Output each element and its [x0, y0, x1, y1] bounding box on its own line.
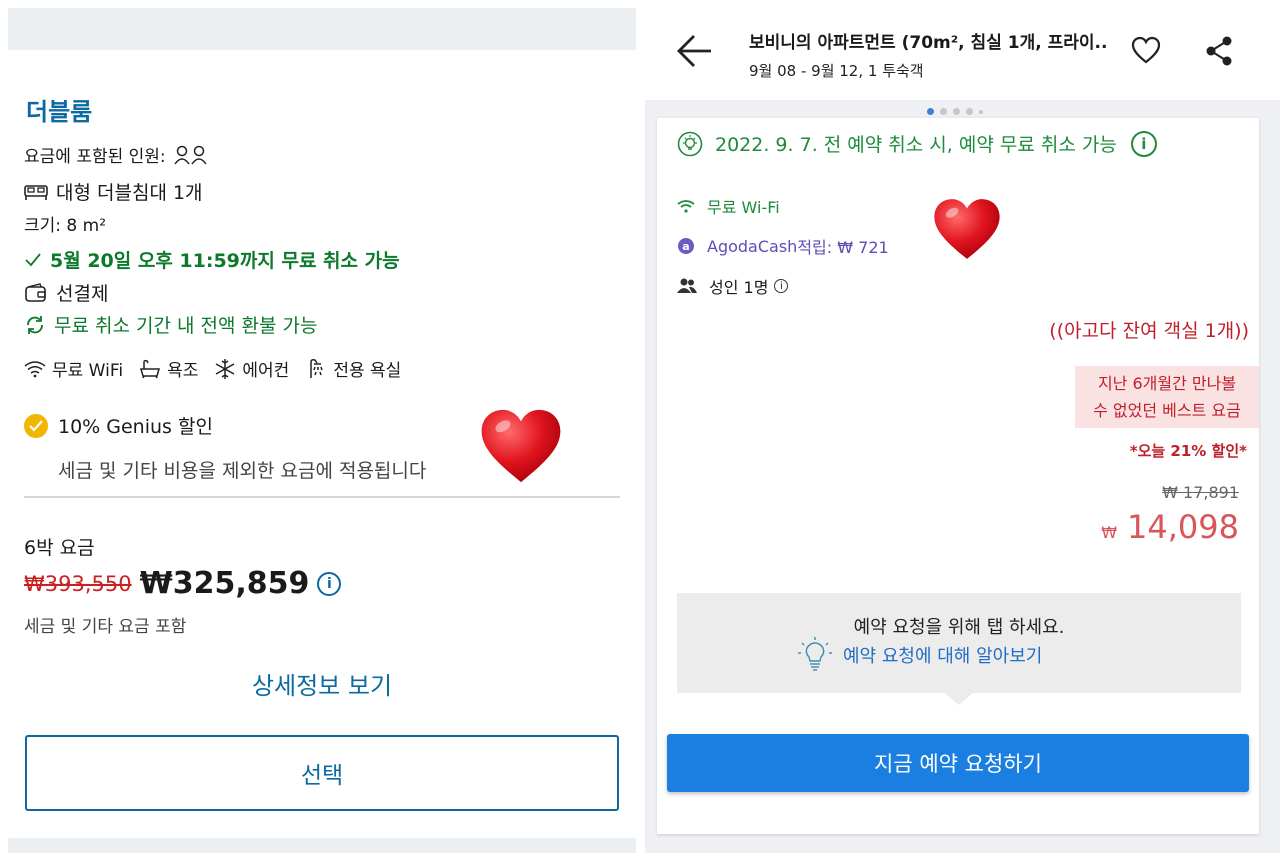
info-icon[interactable]: i — [774, 279, 789, 293]
refresh-icon — [24, 314, 46, 336]
tooltip-arrow — [945, 693, 973, 705]
check-icon — [24, 252, 42, 268]
request-tooltip[interactable]: 예약 요청을 위해 탭 하세요. 예약 요청에 대해 알아보기 — [677, 593, 1241, 705]
agoda-panel: 보비니의 아파트먼트 (70m², 침실 1개, 프라이... 9월 08 - … — [645, 0, 1280, 853]
divider — [24, 496, 620, 498]
best-rate-line2: 수 없었던 베스트 요금 — [1093, 401, 1241, 420]
wifi-label: 무료 Wi-Fi — [707, 198, 780, 217]
wifi-row: 무료 Wi-Fi — [677, 194, 780, 218]
heart-emoji-icon — [481, 409, 561, 483]
final-price: ₩ 14,098 — [1101, 508, 1239, 546]
heart-emoji-icon — [934, 199, 1000, 259]
amenity-shower-label: 전용 욕실 — [333, 361, 402, 381]
genius-row: 10% Genius 할인 — [24, 412, 213, 439]
amenity-ac: 에어컨 — [214, 356, 289, 381]
cancel-policy-row: 2022. 9. 7. 전 예약 취소 시, 예약 무료 취소 가능 i — [677, 130, 1157, 157]
agoda-cash-amount: 적립: ₩ 721 — [797, 238, 889, 257]
size-label: 크기: 8 m² — [24, 216, 107, 236]
stay-dates: 9월 08 - 9월 12, 1 투숙객 — [749, 62, 924, 80]
bed-row: 대형 더블침대 1개 — [24, 178, 203, 205]
property-title: 보비니의 아파트먼트 (70m², 침실 1개, 프라이... — [749, 33, 1109, 53]
original-price: ₩ 17,891 — [1162, 483, 1239, 502]
info-icon[interactable]: i — [1130, 130, 1157, 157]
details-link[interactable]: 상세정보 보기 — [0, 666, 644, 701]
guests-label: 요금에 포함된 인원: — [24, 147, 166, 167]
wifi-icon — [24, 360, 46, 377]
free-cancel-row: 5월 20일 오후 11:59까지 무료 취소 가능 — [24, 246, 400, 273]
tooltip-link-text[interactable]: 예약 요청에 대해 알아보기 — [843, 642, 1042, 668]
guests-row: 요금에 포함된 인원: — [24, 142, 216, 167]
original-price: ₩393,550 — [24, 571, 132, 596]
genius-check-icon — [24, 413, 48, 438]
discount-label: *오늘 21% 할인* — [1129, 442, 1247, 460]
carousel-dot-active — [927, 108, 934, 115]
carousel-dot — [979, 109, 983, 114]
tooltip-text: 예약 요청을 위해 탭 하세요. — [853, 617, 1065, 638]
agoda-cash-name: AgodaCash — [707, 236, 798, 256]
amenity-wifi-label: 무료 WiFi — [52, 361, 124, 381]
bed-icon — [24, 183, 48, 201]
agoda-cash-row: a AgodaCash 적립: ₩ 721 — [677, 234, 889, 258]
bottom-bar — [8, 838, 636, 853]
amenity-ac-label: 에어컨 — [242, 361, 290, 381]
select-button[interactable]: 선택 — [25, 735, 619, 811]
shower-icon — [310, 358, 324, 378]
adults-label: 성인 1명 — [709, 278, 769, 297]
nights-label: 6박 요금 — [24, 537, 95, 559]
tax-note: 세금 및 기타 요금 포함 — [24, 617, 187, 637]
info-icon[interactable]: i — [317, 571, 342, 596]
free-cancel-text: 5월 20일 오후 11:59까지 무료 취소 가능 — [50, 250, 400, 272]
bed-label: 대형 더블침대 1개 — [56, 182, 203, 204]
wifi-icon — [677, 199, 695, 213]
best-rate-line1: 지난 6개월간 만나볼 — [1097, 374, 1237, 393]
back-arrow-icon[interactable] — [677, 34, 713, 72]
lightbulb-icon — [798, 637, 832, 671]
genius-note: 세금 및 기타 비용을 제외한 요금에 적용됩니다 — [58, 460, 427, 482]
genius-label: 10% Genius 할인 — [58, 416, 213, 438]
header: 보비니의 아파트먼트 (70m², 침실 1개, 프라이... 9월 08 - … — [645, 0, 1280, 100]
rooms-left: ((아고다 잔여 객실 1개)) — [1049, 320, 1249, 342]
adults-row: 성인 1명 i — [677, 274, 789, 298]
room-title: 더블룸 — [26, 98, 93, 126]
prepay-row: 선결제 — [24, 279, 108, 306]
eco-bulb-icon — [677, 131, 703, 156]
carousel-dot — [966, 108, 973, 115]
amenity-bath: 욕조 — [139, 356, 198, 381]
amenity-shower: 전용 욕실 — [305, 356, 401, 381]
price-row: ₩393,550 ₩325,859 i — [24, 566, 342, 601]
top-bar — [8, 8, 636, 50]
final-price-amount: 14,098 — [1127, 508, 1239, 546]
share-icon[interactable] — [1205, 36, 1233, 70]
refund-text: 무료 취소 기간 내 전액 환불 가능 — [54, 315, 318, 337]
discounted-price: ₩325,859 — [139, 566, 310, 601]
wallet-icon — [24, 282, 48, 303]
book-request-button[interactable]: 지금 예약 요청하기 — [667, 734, 1249, 792]
snowflake-icon — [216, 358, 235, 379]
carousel-dot — [953, 108, 960, 115]
amenity-bath-label: 욕조 — [167, 361, 199, 381]
carousel-dot — [940, 108, 947, 115]
amenities-row: 무료 WiFi 욕조 에어컨 전용 욕실 — [24, 356, 417, 381]
tooltip-link[interactable]: 예약 요청에 대해 알아보기 — [797, 637, 1042, 673]
agoda-cash-icon: a — [677, 237, 695, 255]
svg-text:a: a — [682, 240, 689, 253]
refund-row: 무료 취소 기간 내 전액 환불 가능 — [24, 311, 317, 338]
currency-symbol: ₩ — [1101, 523, 1118, 542]
favorite-heart-icon[interactable] — [1131, 36, 1161, 68]
people-icon — [174, 145, 208, 165]
carousel-dots — [927, 108, 989, 115]
booking-panel: 더블룸 요금에 포함된 인원: 대형 더블침대 1개 크기: 8 m² 5월 2… — [0, 0, 640, 853]
bathtub-icon — [140, 359, 161, 378]
prepay-label: 선결제 — [56, 283, 109, 305]
best-rate-badge: 지난 6개월간 만나볼 수 없었던 베스트 요금 — [1075, 366, 1259, 428]
adults-icon — [677, 278, 697, 294]
cancel-policy-text: 2022. 9. 7. 전 예약 취소 시, 예약 무료 취소 가능 — [715, 134, 1117, 156]
amenity-wifi: 무료 WiFi — [24, 356, 123, 381]
